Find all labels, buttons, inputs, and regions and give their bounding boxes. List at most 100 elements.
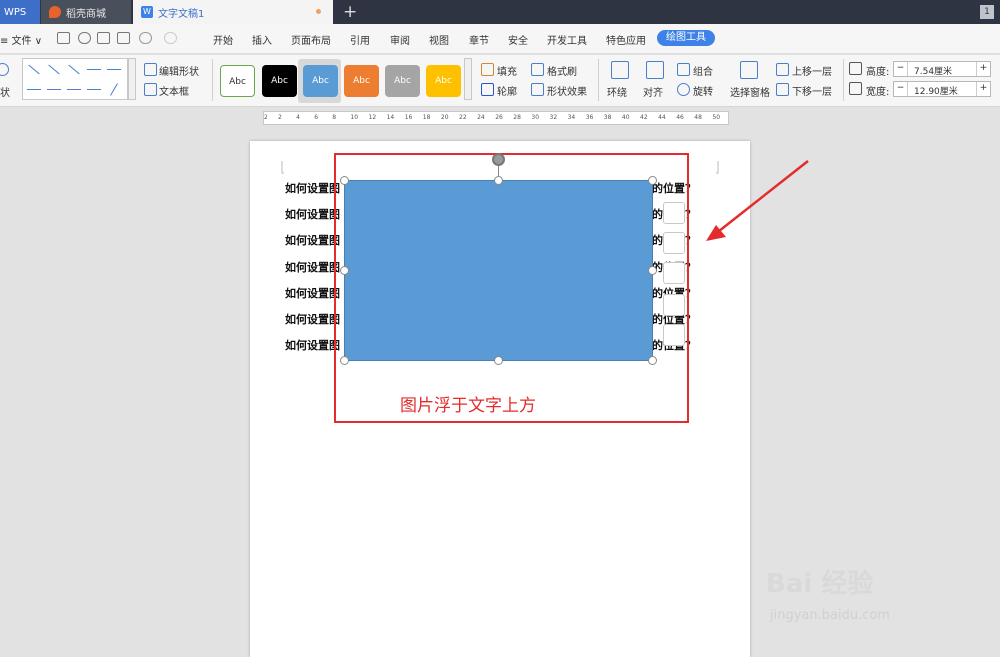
tab-daoke-store[interactable]: 稻壳商城	[41, 0, 131, 24]
unsaved-dot-icon	[316, 9, 321, 14]
height-input[interactable]: 7.54厘米	[914, 64, 952, 77]
menu-insert[interactable]: 插入	[252, 32, 272, 47]
resize-handle[interactable]	[648, 266, 657, 275]
gallery-scroll[interactable]	[128, 58, 136, 100]
resize-handle[interactable]	[340, 266, 349, 275]
arrow-shape-icon[interactable]	[48, 64, 60, 75]
line-shape-icon[interactable]	[28, 64, 40, 75]
freeform-icon[interactable]	[110, 83, 118, 96]
menu-view[interactable]: 视图	[429, 32, 449, 47]
floating-shape[interactable]	[344, 180, 653, 361]
menu-bar: ≡ 文件 ∨ 开始 插入 页面布局 引用 审阅 视图 章节 安全 开发工具 特色…	[0, 24, 1000, 54]
resize-handle[interactable]	[340, 176, 349, 185]
fill-bucket-icon[interactable]	[663, 262, 685, 284]
curved-arrow-icon[interactable]	[67, 89, 81, 90]
width-minus-button[interactable]: −	[894, 82, 908, 96]
wrap-button[interactable]: 环绕	[607, 84, 627, 99]
style-orange[interactable]: Abc	[344, 65, 379, 97]
style-white[interactable]: Abc	[220, 65, 255, 97]
menu-drawing-tools[interactable]: 绘图工具	[657, 30, 715, 46]
style-blue[interactable]: Abc	[303, 65, 338, 97]
edit-shape-button[interactable]: 编辑形状	[159, 63, 199, 78]
width-input[interactable]: 12.90厘米	[914, 84, 958, 97]
elbow-double-arrow-icon[interactable]	[27, 89, 41, 90]
width-stepper[interactable]: − 12.90厘米 +	[893, 81, 991, 97]
resize-handle[interactable]	[648, 356, 657, 365]
group-icon[interactable]	[677, 63, 690, 76]
fill-icon[interactable]	[481, 63, 494, 76]
outline-button[interactable]: 轮廓	[497, 83, 517, 98]
elbow-arrow-icon[interactable]	[107, 69, 121, 70]
new-tab-icon[interactable]: +	[343, 2, 357, 22]
fill-button[interactable]: 填充	[497, 63, 517, 78]
file-menu[interactable]: ≡ 文件 ∨	[0, 32, 42, 47]
resize-handle[interactable]	[340, 356, 349, 365]
selection-pane-button[interactable]: 选择窗格	[730, 84, 770, 99]
menu-page-layout[interactable]: 页面布局	[291, 32, 331, 47]
double-arrow-shape-icon[interactable]	[68, 64, 80, 75]
resize-handle[interactable]	[494, 356, 503, 365]
shape-label[interactable]: 状	[0, 84, 10, 99]
format-painter-button[interactable]: 格式刷	[547, 63, 577, 78]
tab-wps[interactable]: WPS	[0, 0, 40, 24]
horizontal-ruler[interactable]: 2 2 4 6 8 10 12 14 16 18 20 22 24 26 28 30 32 34 36 38 40 42 4…	[0, 108, 1000, 128]
width-plus-button[interactable]: +	[976, 82, 990, 96]
annotation-arrow-icon	[706, 160, 809, 241]
line-shapes-gallery[interactable]	[22, 58, 128, 100]
menu-review[interactable]: 审阅	[390, 32, 410, 47]
curved-double-arrow-icon[interactable]	[87, 89, 101, 90]
resize-handle[interactable]	[494, 176, 503, 185]
save-icon[interactable]	[57, 32, 70, 44]
preview-icon[interactable]	[117, 32, 130, 44]
undo-icon[interactable]	[139, 32, 152, 44]
edit-shape-icon[interactable]	[144, 63, 157, 76]
layout-options-icon[interactable]	[663, 202, 685, 224]
text-box-button[interactable]: 文本框	[159, 83, 189, 98]
resize-handle[interactable]	[648, 176, 657, 185]
outline-box-icon[interactable]	[663, 294, 685, 316]
print-icon[interactable]	[97, 32, 110, 44]
outline-icon[interactable]	[481, 83, 494, 96]
window-count-badge[interactable]: 1	[980, 5, 994, 19]
styles-scroll[interactable]	[464, 58, 472, 100]
shape-effect-button[interactable]: 形状效果	[547, 83, 587, 98]
menu-references[interactable]: 引用	[350, 32, 370, 47]
shape-effect-icon[interactable]	[531, 83, 544, 96]
bring-forward-button[interactable]: 上移一层	[792, 63, 832, 78]
menu-special[interactable]: 特色应用	[606, 32, 646, 47]
redo-icon[interactable]	[164, 32, 177, 44]
bring-forward-icon[interactable]	[776, 63, 789, 76]
group-button[interactable]: 组合	[693, 63, 713, 78]
height-minus-button[interactable]: −	[894, 62, 908, 76]
style-gold[interactable]: Abc	[426, 65, 461, 97]
elbow-connector-icon[interactable]	[87, 69, 101, 70]
shape-icon[interactable]	[0, 63, 9, 76]
rotate-button[interactable]: 旋转	[693, 83, 713, 98]
rotate-icon[interactable]	[677, 83, 690, 96]
menu-home[interactable]: 开始	[213, 32, 233, 47]
tab-document-label: 文字文稿1	[158, 8, 205, 20]
align-button[interactable]: 对齐	[643, 84, 663, 99]
rotate-handle-icon[interactable]	[492, 153, 505, 166]
menu-security[interactable]: 安全	[508, 32, 528, 47]
ruler-tick: 18	[422, 114, 431, 121]
undo-history-icon[interactable]	[78, 32, 91, 44]
align-icon[interactable]	[646, 61, 664, 79]
shape-group-icon[interactable]	[663, 324, 685, 346]
send-backward-button[interactable]: 下移一层	[792, 83, 832, 98]
wrap-icon[interactable]	[611, 61, 629, 79]
style-gray[interactable]: Abc	[385, 65, 420, 97]
tab-document[interactable]: W 文字文稿1	[133, 0, 333, 24]
height-stepper[interactable]: − 7.54厘米 +	[893, 61, 991, 77]
text-box-icon[interactable]	[144, 83, 157, 96]
height-plus-button[interactable]: +	[976, 62, 990, 76]
style-black[interactable]: Abc	[262, 65, 297, 97]
curved-connector-icon[interactable]	[47, 89, 61, 90]
format-painter-icon[interactable]	[531, 63, 544, 76]
menu-developer[interactable]: 开发工具	[547, 32, 587, 47]
title-bar: WPS 稻壳商城 W 文字文稿1 + 1	[0, 0, 1000, 24]
pen-icon[interactable]	[663, 232, 685, 254]
send-backward-icon[interactable]	[776, 83, 789, 96]
menu-chapter[interactable]: 章节	[469, 32, 489, 47]
selection-pane-icon[interactable]	[740, 61, 758, 79]
